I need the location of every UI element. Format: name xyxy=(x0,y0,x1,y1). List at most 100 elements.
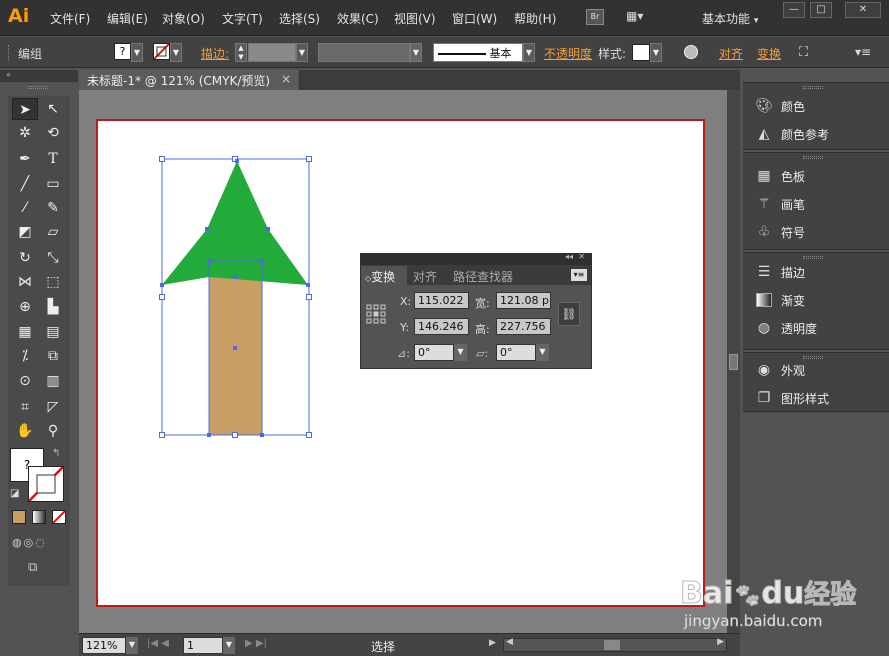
club-icon: ♧ xyxy=(757,224,771,240)
anchor-point xyxy=(233,275,237,279)
panel-brushes-label: 画笔 xyxy=(781,197,806,212)
panel-symbols[interactable]: ♧ 符号 xyxy=(753,218,805,246)
panel-appearance[interactable]: ◉ 外观 xyxy=(753,356,805,384)
status-menu-icon[interactable]: ▶ xyxy=(489,638,496,648)
gradient-icon xyxy=(753,292,775,308)
zoom-field[interactable]: 121% xyxy=(82,637,126,654)
selection-handle[interactable] xyxy=(306,432,312,438)
status-text: 选择 xyxy=(371,640,396,654)
panel-collapse-icon[interactable]: ◂◂ xyxy=(565,252,573,261)
rotate-field[interactable]: 0° xyxy=(414,344,454,361)
panel-brushes[interactable]: ⚚ 画笔 xyxy=(753,190,805,218)
selection-handle[interactable] xyxy=(306,294,312,300)
scroll-right-icon[interactable]: ▶ xyxy=(717,637,724,647)
panel-appearance-label: 外观 xyxy=(781,363,806,378)
panel-grip xyxy=(803,86,823,89)
rotate-dropdown-icon[interactable]: ▼ xyxy=(454,344,467,361)
transform-panel-titlebar[interactable]: ◂◂ ✕ xyxy=(361,252,591,265)
anchor-point xyxy=(260,259,264,263)
panel-grip xyxy=(803,356,823,359)
panel-group-3: ☰ 描边 渐变 ◍ 透明度 xyxy=(743,252,889,350)
transform-panel[interactable]: ◂◂ ✕ ◇变换 对齐 路径查找器 ▾≡ X: 115.022 宽: 121.0… xyxy=(360,252,592,369)
anchor-point xyxy=(207,259,211,263)
paw-icon: 🐾︎ xyxy=(733,584,762,610)
width-label: 宽: xyxy=(475,297,490,310)
panel-group-2: ▦ 色板 ⚚ 画笔 ♧ 符号 xyxy=(743,152,889,250)
anchor-point xyxy=(306,283,310,287)
panel-graphic-styles-label: 图形样式 xyxy=(781,391,830,406)
anchor-point xyxy=(233,346,237,350)
status-bar: 121% ▼ |◀ ◀ 1 ▼ ▶ ▶| 选择 ▶ ◀ ▶ xyxy=(79,633,740,656)
panel-color-label: 颜色 xyxy=(781,99,806,114)
panel-graphic-styles[interactable]: ❐ 图形样式 xyxy=(753,384,829,412)
swatches-icon: ▦ xyxy=(757,168,771,184)
artboard-dropdown-icon[interactable]: ▼ xyxy=(223,637,235,654)
anchor-point xyxy=(205,227,209,231)
watermark-brand: Bai xyxy=(679,576,734,612)
panel-close-icon[interactable]: ✕ xyxy=(578,252,585,261)
anchor-point xyxy=(235,159,239,163)
x-field[interactable]: 115.022 xyxy=(414,292,469,309)
panel-color-guide-label: 颜色参考 xyxy=(781,127,830,142)
tab-pathfinder[interactable]: 路径查找器 xyxy=(453,268,513,285)
trunk-rectangle[interactable] xyxy=(209,277,262,435)
artboard-nav-prev-icons[interactable]: |◀ ◀ xyxy=(147,638,169,649)
palette-icon: 🎨︎ xyxy=(755,98,773,114)
brush-icon: ⚚ xyxy=(757,196,771,212)
anchor-point xyxy=(207,433,211,437)
anchor-point xyxy=(260,433,264,437)
height-field[interactable]: 227.756 xyxy=(496,318,551,335)
tab-transform-label: 变换 xyxy=(371,270,396,284)
tree-top-shape[interactable] xyxy=(162,161,308,285)
panel-group-1: 🎨︎ 颜色 ◭ 颜色参考 xyxy=(743,82,889,150)
y-label: Y: xyxy=(400,321,409,334)
panel-symbols-label: 符号 xyxy=(781,225,806,240)
horizontal-scroll-thumb[interactable] xyxy=(604,640,620,650)
panel-stroke[interactable]: ☰ 描边 xyxy=(753,258,805,286)
horizontal-scrollbar[interactable]: ◀ ▶ xyxy=(503,637,727,652)
transparency-icon: ◍ xyxy=(757,320,771,336)
graphic-styles-icon: ❐ xyxy=(757,390,771,406)
panel-group-4: ◉ 外观 ❐ 图形样式 xyxy=(743,352,889,412)
vertical-scrollbar[interactable] xyxy=(727,90,740,633)
constrain-proportions-icon[interactable]: ⛓ xyxy=(558,302,580,326)
appearance-icon: ◉ xyxy=(757,362,771,378)
panel-color-guide[interactable]: ◭ 颜色参考 xyxy=(753,120,829,148)
height-label: 高: xyxy=(475,323,490,336)
watermark-cn: 经验 xyxy=(804,580,857,611)
panel-color[interactable]: 🎨︎ 颜色 xyxy=(753,92,805,120)
tab-align[interactable]: 对齐 xyxy=(413,268,437,285)
anchor-point xyxy=(160,283,164,287)
shear-dropdown-icon[interactable]: ▼ xyxy=(536,344,549,361)
color-guide-icon: ◭ xyxy=(758,126,770,142)
selection-handle[interactable] xyxy=(159,156,165,162)
watermark-url: jingyan.baidu.com xyxy=(684,612,823,631)
reference-point-icon[interactable] xyxy=(366,304,386,324)
selection-handle[interactable] xyxy=(232,432,238,438)
panel-grip xyxy=(803,156,823,159)
scroll-left-icon[interactable]: ◀ xyxy=(506,637,513,647)
panel-menu-icon[interactable]: ▾≡ xyxy=(571,269,587,281)
selection-handle[interactable] xyxy=(306,156,312,162)
shear-angle-icon: ▱: xyxy=(476,347,489,360)
zoom-dropdown-icon[interactable]: ▼ xyxy=(126,637,138,654)
y-field[interactable]: 146.246 xyxy=(414,318,469,335)
x-label: X: xyxy=(400,295,412,308)
artboard-nav-next-icons[interactable]: ▶ ▶| xyxy=(245,638,267,649)
artboard-number-field[interactable]: 1 xyxy=(183,637,223,654)
panel-swatches[interactable]: ▦ 色板 xyxy=(753,162,805,190)
panel-stroke-label: 描边 xyxy=(781,265,806,280)
shear-field[interactable]: 0° xyxy=(496,344,536,361)
watermark-logo: Bai🐾︎du经验 xyxy=(679,574,857,612)
vertical-scroll-thumb[interactable] xyxy=(729,354,738,370)
anchor-point xyxy=(266,227,270,231)
selection-handle[interactable] xyxy=(159,432,165,438)
panel-transparency[interactable]: ◍ 透明度 xyxy=(753,314,817,342)
width-field[interactable]: 121.08 p xyxy=(496,292,551,309)
right-panel-dock: 🎨︎ 颜色 ◭ 颜色参考 ▦ 色板 ⚚ 画笔 ♧ 符号 ☰ 描边 渐变 ◍ 透明度 ◉ 外观 ❐… xyxy=(743,70,889,656)
panel-gradient[interactable]: 渐变 xyxy=(753,286,805,314)
tab-transform[interactable]: ◇变换 xyxy=(361,266,407,285)
panel-swatches-label: 色板 xyxy=(781,169,806,184)
selection-handle[interactable] xyxy=(159,294,165,300)
panel-gradient-label: 渐变 xyxy=(781,293,806,308)
